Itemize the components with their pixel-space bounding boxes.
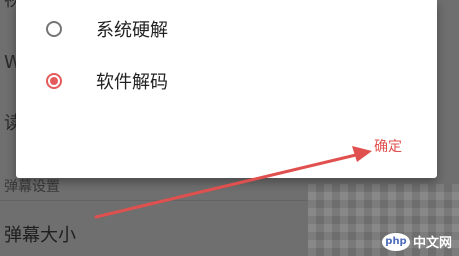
danmaku-settings-section-label: 弹幕设置 — [4, 179, 60, 195]
option-label: 软件解码 — [96, 72, 168, 93]
confirm-button[interactable]: 确定 — [374, 136, 402, 156]
radio-unchecked-icon[interactable] — [46, 21, 62, 37]
option-label: 系统硬解 — [96, 20, 168, 41]
site-watermark: php 中文网 — [382, 232, 452, 251]
option-hardware-decode[interactable]: 系统硬解 — [16, 9, 316, 49]
watermark-text: 中文网 — [413, 236, 453, 251]
radio-checked-icon[interactable] — [46, 73, 62, 89]
php-logo-icon: php — [382, 232, 410, 251]
decoder-select-dialog: 系统硬解 软件解码 确定 — [16, 0, 437, 178]
danmaku-size-setting[interactable]: 弹幕大小 — [4, 221, 76, 247]
option-software-decode[interactable]: 软件解码 — [16, 61, 316, 101]
